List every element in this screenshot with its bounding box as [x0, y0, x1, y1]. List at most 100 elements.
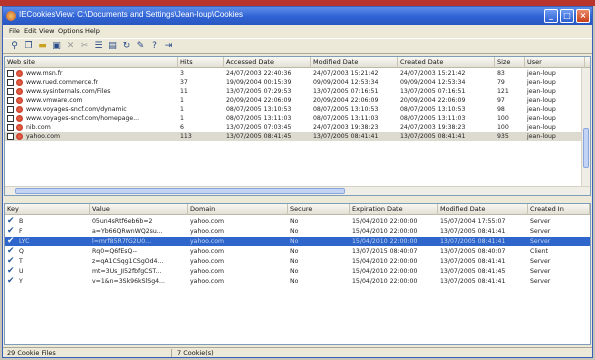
checkbox[interactable]	[7, 88, 14, 95]
cell-hits: 1	[180, 97, 184, 104]
refresh-icon[interactable]: ↻	[121, 41, 132, 52]
col-created-date[interactable]: Created Date	[398, 57, 495, 68]
save-icon[interactable]: ▣	[51, 41, 62, 52]
cell-created: 13/07/2005 08:41:41	[400, 133, 466, 140]
about-icon[interactable]: ?	[149, 41, 160, 52]
minimize-button[interactable]: _	[544, 9, 558, 23]
horizontal-scrollbar[interactable]	[5, 186, 590, 195]
ie-icon	[16, 97, 23, 104]
col-modified-date[interactable]: Modified Date	[438, 204, 528, 215]
cookies-table: Key Value Domain Secure Expiration Date …	[4, 203, 591, 345]
cell-key: Y	[19, 278, 23, 285]
scrollbar-thumb[interactable]	[583, 128, 589, 168]
table-row[interactable]: ✔ B 05un4sRtf6eb6b=2 yahoo.com No 15/04/…	[5, 216, 590, 226]
cell-size: 935	[497, 133, 509, 140]
cell-value: a=Yb66QRwnWQ2su...	[92, 228, 163, 235]
checkbox[interactable]	[7, 79, 14, 86]
cell-accessed: 08/07/2005 13:10:53	[226, 106, 292, 113]
col-value[interactable]: Value	[90, 204, 188, 215]
cell-site: www.msn.fr	[26, 70, 63, 77]
table-row-selected[interactable]: yahoo.com 113 13/07/2005 08:41:45 13/07/…	[5, 132, 590, 141]
table-row[interactable]: ✔ Q Rq0=Q6fEsQ-- yahoo.com No 13/07/2015…	[5, 246, 590, 256]
ie-icon	[16, 124, 23, 131]
checkbox[interactable]	[7, 70, 14, 77]
table-row[interactable]: ✔ F a=Yb66QRwnWQ2su... yahoo.com No 15/0…	[5, 226, 590, 236]
app-cookie-icon	[6, 11, 16, 21]
checkbox[interactable]	[7, 97, 14, 104]
cell-secure: No	[290, 258, 299, 265]
check-icon: ✔	[7, 266, 15, 276]
table-row[interactable]: www.voyages-sncf.com/homepage... 1 08/07…	[5, 114, 590, 123]
col-web-site[interactable]: Web site	[5, 57, 178, 68]
col-secure[interactable]: Secure	[288, 204, 350, 215]
cell-modified: 20/09/2004 22:06:09	[313, 97, 379, 104]
cell-hits: 1	[180, 106, 184, 113]
col-modified-date[interactable]: Modified Date	[311, 57, 398, 68]
cell-created: 24/07/2003 15:21:42	[400, 70, 466, 77]
exit-icon[interactable]: ⇥	[163, 41, 174, 52]
menu-help[interactable]: Help	[85, 27, 100, 35]
find-icon[interactable]: ⚲	[9, 41, 20, 52]
menu-file[interactable]: File	[9, 27, 20, 35]
cell-size: 97	[497, 97, 505, 104]
title-bar[interactable]: IECookiesView: C:\Documents and Settings…	[3, 7, 592, 25]
open-folder-icon[interactable]: ▬	[37, 41, 48, 52]
html-report-icon[interactable]: ▤	[107, 41, 118, 52]
menu-edit[interactable]: Edit	[24, 27, 37, 35]
cell-expires: 15/04/2010 22:00:00	[352, 218, 418, 225]
table-row[interactable]: www.rued.commerce.fr 37 19/09/2004 00:15…	[5, 78, 590, 87]
menu-view[interactable]: View	[39, 27, 54, 35]
col-expiration-date[interactable]: Expiration Date	[350, 204, 438, 215]
table-row[interactable]: www.vmware.com 1 20/09/2004 22:06:09 20/…	[5, 96, 590, 105]
table-row[interactable]: ✔ Y v=1&n=3Sk96kSlSg4... yahoo.com No 15…	[5, 276, 590, 286]
scrollbar-thumb[interactable]	[15, 188, 345, 194]
col-hits[interactable]: Hits	[178, 57, 224, 68]
properties-icon[interactable]: ☰	[93, 41, 104, 52]
cell-size: 100	[497, 115, 509, 122]
table-row[interactable]: www.msn.fr 3 24/07/2003 22:40:36 24/07/2…	[5, 69, 590, 78]
col-user[interactable]: User	[525, 57, 585, 68]
copy-icon[interactable]: ❐	[23, 41, 34, 52]
cell-accessed: 13/07/2005 07:29:53	[226, 88, 292, 95]
table-row[interactable]: ✔ T z=qA1CSqg1CSgOd4... yahoo.com No 15/…	[5, 256, 590, 266]
cell-secure: No	[290, 238, 299, 245]
vertical-scrollbar[interactable]	[581, 68, 590, 188]
cell-value: z=qA1CSqg1CSgOd4...	[92, 258, 164, 265]
col-accessed-date[interactable]: Accessed Date	[224, 57, 311, 68]
checkbox[interactable]	[7, 124, 14, 131]
col-size[interactable]: Size	[495, 57, 525, 68]
cell-modified: 13/07/2005 08:40:07	[440, 248, 506, 255]
delete-icon[interactable]: ✕	[65, 41, 76, 52]
table-row-highlighted[interactable]: ✔ LYC l=mrf85R7fG2U0... yahoo.com No 15/…	[5, 236, 590, 246]
cell-modified: 24/07/2003 19:38:23	[313, 124, 379, 131]
cell-size: 121	[497, 88, 509, 95]
col-created-in[interactable]: Created In	[528, 204, 590, 215]
checkbox[interactable]	[7, 133, 14, 140]
close-button[interactable]: ×	[576, 9, 590, 23]
col-key[interactable]: Key	[5, 204, 90, 215]
pane-splitter[interactable]	[4, 197, 591, 202]
cell-user: jean-loup	[527, 88, 556, 95]
cell-created: 09/09/2004 12:53:34	[400, 79, 466, 86]
cell-size: 79	[497, 79, 505, 86]
sites-table: Web site Hits Accessed Date Modified Dat…	[4, 56, 591, 196]
table-row[interactable]: nib.com 6 13/07/2005 07:03:45 24/07/2003…	[5, 123, 590, 132]
cell-domain: yahoo.com	[190, 238, 225, 245]
checkbox[interactable]	[7, 106, 14, 113]
checkbox[interactable]	[7, 115, 14, 122]
cell-key: B	[19, 218, 24, 225]
edit-icon[interactable]: ✎	[135, 41, 146, 52]
col-domain[interactable]: Domain	[188, 204, 288, 215]
menu-options[interactable]: Options	[58, 27, 83, 35]
cell-modified: 13/07/2005 08:41:41	[440, 238, 506, 245]
table-row[interactable]: www.voyages-sncf.com/dynamic 1 08/07/200…	[5, 105, 590, 114]
cell-size: 100	[497, 124, 509, 131]
cell-domain: yahoo.com	[190, 258, 225, 265]
cell-accessed: 24/07/2003 22:40:36	[226, 70, 292, 77]
maximize-button[interactable]: □	[560, 9, 574, 23]
table-row[interactable]: ✔ U mt=3Us_JI52fbfgCST... yahoo.com No 1…	[5, 266, 590, 276]
cell-domain: yahoo.com	[190, 278, 225, 285]
window-title: IECookiesView: C:\Documents and Settings…	[19, 10, 243, 19]
table-row[interactable]: www.sysinternals.com/Files 11 13/07/2005…	[5, 87, 590, 96]
cut-icon[interactable]: ✂	[79, 41, 90, 52]
